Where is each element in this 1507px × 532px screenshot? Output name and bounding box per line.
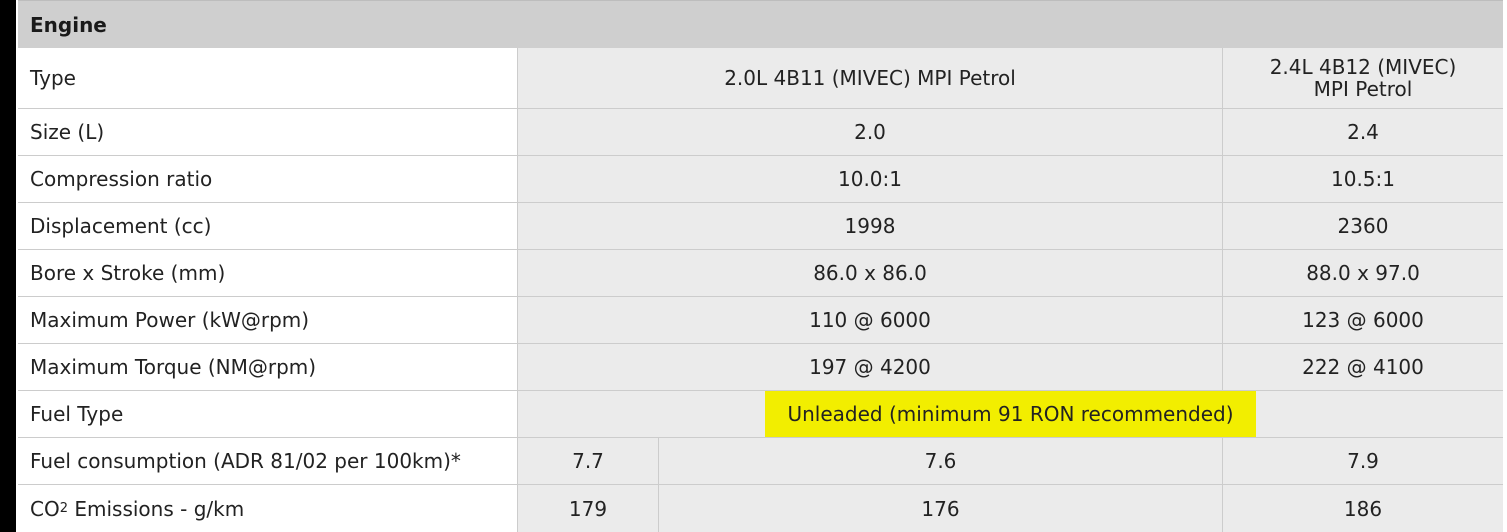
value-cell-variant-a: 7.7: [517, 438, 658, 484]
value-cell-2-4l: 186: [1222, 485, 1503, 532]
row-label: Compression ratio: [18, 156, 517, 202]
value-cell-2-4l: 88.0 x 97.0: [1222, 250, 1503, 296]
table-row-displacement: Displacement (cc) 1998 2360: [18, 203, 1503, 250]
row-label: Bore x Stroke (mm): [18, 250, 517, 296]
co2-label-pre: CO: [30, 496, 60, 521]
table-row-type: Type 2.0L 4B11 (MIVEC) MPI Petrol 2.4L 4…: [18, 48, 1503, 109]
value-cell-2-0l: 1998: [517, 203, 1222, 249]
co2-label-post: Emissions - g/km: [68, 496, 245, 521]
table-row-fuel-consumption: Fuel consumption (ADR 81/02 per 100km)* …: [18, 438, 1503, 485]
type-line-2: MPI Petrol: [1313, 77, 1413, 101]
table-row-size: Size (L) 2.0 2.4: [18, 109, 1503, 156]
value-cell-2-0l: 197 @ 4200: [517, 344, 1222, 390]
table-row-co2: CO 2 Emissions - g/km 179 176 186: [18, 485, 1503, 532]
value-cell-2-4l: 2360: [1222, 203, 1503, 249]
table-row-power: Maximum Power (kW@rpm) 110 @ 6000 123 @ …: [18, 297, 1503, 344]
table-row-bore-stroke: Bore x Stroke (mm) 86.0 x 86.0 88.0 x 97…: [18, 250, 1503, 297]
value-cell-2-4l: 222 @ 4100: [1222, 344, 1503, 390]
co2-label-sub: 2: [59, 501, 68, 516]
row-label: CO 2 Emissions - g/km: [18, 485, 517, 532]
row-label: Maximum Torque (NM@rpm): [18, 344, 517, 390]
table-row-compression: Compression ratio 10.0:1 10.5:1: [18, 156, 1503, 203]
row-label: Fuel consumption (ADR 81/02 per 100km)*: [18, 438, 517, 484]
table-row-fuel-type: Fuel Type Unleaded (minimum 91 RON recom…: [18, 391, 1503, 438]
value-cell-2-4l: 7.9: [1222, 438, 1503, 484]
value-cell-all: Unleaded (minimum 91 RON recommended): [517, 391, 1503, 437]
section-header: Engine: [18, 0, 1503, 48]
value-cell-2-4l: 2.4: [1222, 109, 1503, 155]
left-accent-bar: [0, 0, 16, 532]
value-cell-2-0l: 10.0:1: [517, 156, 1222, 202]
section-title: Engine: [30, 13, 107, 37]
row-label: Fuel Type: [18, 391, 517, 437]
value-cell-2-0l: 86.0 x 86.0: [517, 250, 1222, 296]
value-cell-variant-b: 7.6: [658, 438, 1222, 484]
value-cell-2-0l: 110 @ 6000: [517, 297, 1222, 343]
value-cell-variant-b: 176: [658, 485, 1222, 532]
row-label: Size (L): [18, 109, 517, 155]
value-cell-2-4l: 123 @ 6000: [1222, 297, 1503, 343]
spec-table-frame: Engine Type 2.0L 4B11 (MIVEC) MPI Petrol…: [0, 0, 1507, 532]
value-cell-2-0l: 2.0L 4B11 (MIVEC) MPI Petrol: [517, 48, 1222, 108]
value-cell-2-4l: 2.4L 4B12 (MIVEC) MPI Petrol: [1222, 48, 1503, 108]
value-cell-2-4l: 10.5:1: [1222, 156, 1503, 202]
highlighted-fuel-value: Unleaded (minimum 91 RON recommended): [765, 391, 1256, 437]
engine-spec-table: Engine Type 2.0L 4B11 (MIVEC) MPI Petrol…: [18, 0, 1503, 532]
value-cell-variant-a: 179: [517, 485, 658, 532]
row-label: Maximum Power (kW@rpm): [18, 297, 517, 343]
type-line-1: 2.4L 4B12 (MIVEC): [1269, 55, 1457, 79]
row-label: Type: [18, 48, 517, 108]
value-cell-2-0l: 2.0: [517, 109, 1222, 155]
row-label: Displacement (cc): [18, 203, 517, 249]
table-row-torque: Maximum Torque (NM@rpm) 197 @ 4200 222 @…: [18, 344, 1503, 391]
